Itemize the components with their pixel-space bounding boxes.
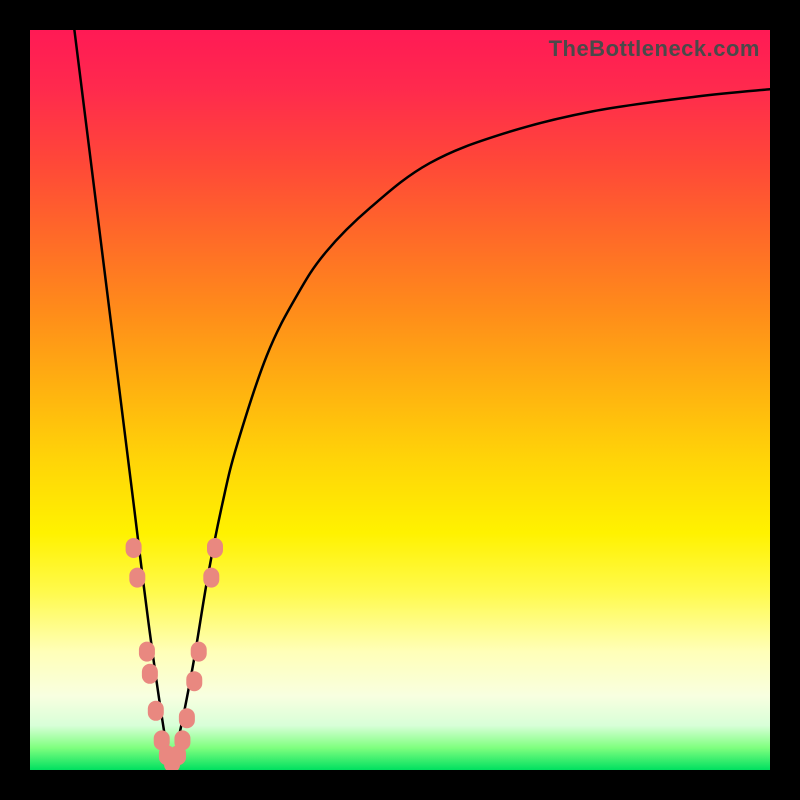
marker-point [191,642,207,662]
marker-point [148,701,164,721]
marker-point [139,642,155,662]
highlight-markers [30,30,770,770]
plot-area: TheBottleneck.com [30,30,770,770]
marker-point [129,568,145,588]
marker-point [207,538,223,558]
marker-point [179,708,195,728]
marker-point [186,671,202,691]
marker-point [126,538,142,558]
marker-point [203,568,219,588]
marker-point [142,664,158,684]
marker-point [174,730,190,750]
chart-container: TheBottleneck.com [0,0,800,800]
